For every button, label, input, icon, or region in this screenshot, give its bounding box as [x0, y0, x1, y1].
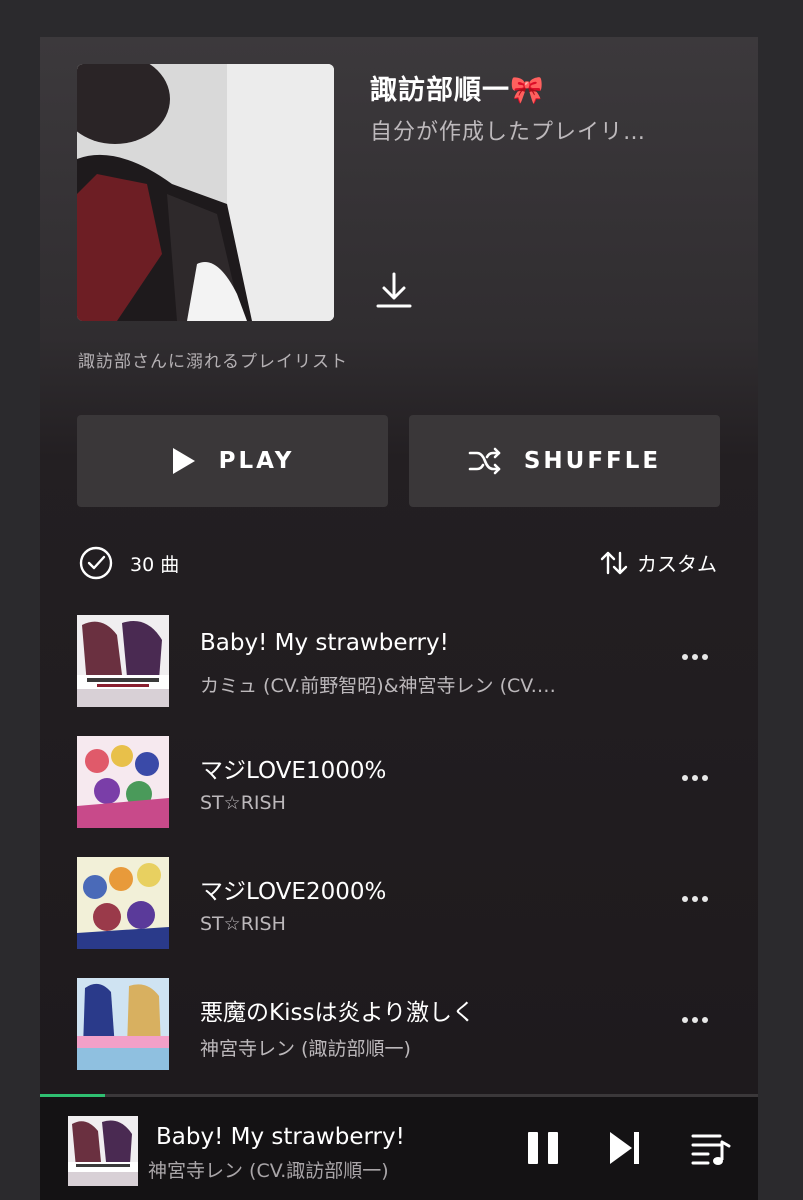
track-count-label: 30 曲 — [130, 553, 180, 576]
play-button-label: PLAY — [218, 448, 295, 474]
track-row[interactable]: Baby! My strawberry! カミュ (CV.前野智昭)&神宮寺レン… — [77, 615, 737, 707]
more-icon[interactable] — [682, 1010, 718, 1030]
track-artwork — [77, 615, 169, 707]
track-row[interactable]: 悪魔のKissは炎より激しく 神宮寺レン (諏訪部順一) — [77, 978, 737, 1070]
sort-label: カスタム — [637, 552, 717, 576]
track-artist: ST☆RISH — [200, 792, 286, 814]
track-artwork — [77, 857, 169, 949]
now-playing-artist: 神宮寺レン (CV.諏訪部順一) — [148, 1160, 389, 1182]
now-playing-artwork — [68, 1116, 138, 1186]
sort-button[interactable]: カスタム — [599, 548, 717, 577]
track-title: Baby! My strawberry! — [200, 630, 449, 656]
progress-fill — [40, 1094, 105, 1097]
progress-bar[interactable] — [40, 1094, 758, 1097]
sort-arrows-icon — [600, 551, 628, 574]
track-artist: ST☆RISH — [200, 913, 286, 935]
track-title: 悪魔のKissは炎より激しく — [200, 1000, 475, 1026]
playlist-title: 諏訪部順一🎀 — [370, 75, 545, 106]
download-icon[interactable] — [376, 270, 412, 310]
next-icon[interactable] — [607, 1128, 643, 1172]
now-playing-title: Baby! My strawberry! — [156, 1124, 405, 1150]
track-artist: 神宮寺レン (諏訪部順一) — [200, 1038, 411, 1060]
shuffle-button[interactable]: SHUFFLE — [409, 415, 720, 507]
track-artwork — [77, 978, 169, 1070]
more-icon[interactable] — [682, 647, 718, 667]
track-artwork — [77, 736, 169, 828]
queue-icon[interactable] — [690, 1128, 732, 1172]
play-button[interactable]: PLAY — [77, 415, 388, 507]
more-icon[interactable] — [682, 889, 718, 909]
track-row[interactable]: マジLOVE2000% ST☆RISH — [77, 857, 737, 949]
pause-icon[interactable] — [526, 1128, 560, 1172]
shuffle-icon — [468, 447, 501, 475]
check-circle-icon — [79, 546, 113, 580]
track-row[interactable]: マジLOVE1000% ST☆RISH — [77, 736, 737, 828]
track-title: マジLOVE2000% — [200, 879, 387, 905]
playlist-subtitle: 自分が作成したプレイリ… — [370, 120, 647, 145]
track-artist: カミュ (CV.前野智昭)&神宮寺レン (CV.… — [200, 675, 556, 697]
track-count: 30 曲 — [78, 545, 179, 581]
play-icon — [172, 448, 195, 474]
playlist-cover-art — [77, 64, 334, 321]
track-title: マジLOVE1000% — [200, 758, 387, 784]
more-icon[interactable] — [682, 768, 718, 788]
now-playing-bar[interactable]: Baby! My strawberry! 神宮寺レン (CV.諏訪部順一) — [40, 1094, 758, 1200]
shuffle-button-label: SHUFFLE — [523, 448, 662, 474]
playlist-description: 諏訪部さんに溺れるプレイリスト — [78, 352, 348, 372]
